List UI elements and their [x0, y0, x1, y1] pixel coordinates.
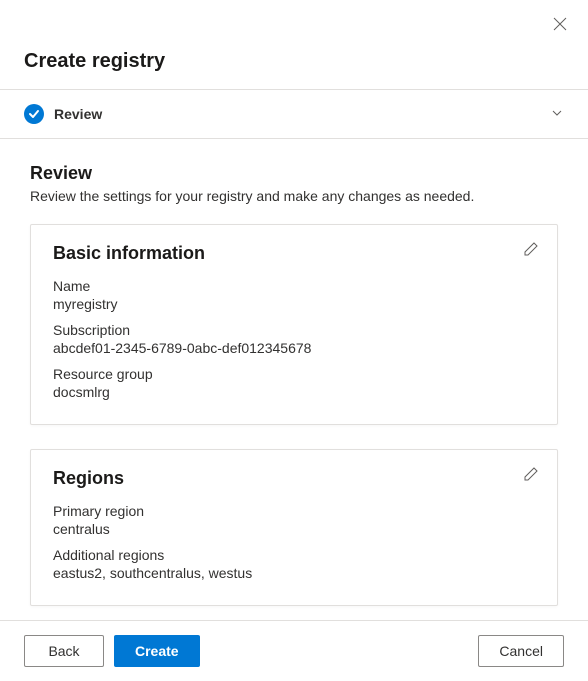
back-button[interactable]: Back [24, 635, 104, 667]
cancel-button[interactable]: Cancel [478, 635, 564, 667]
card-title-basic: Basic information [53, 243, 535, 264]
close-icon[interactable] [552, 16, 568, 35]
subscription-label: Subscription [53, 322, 535, 338]
subscription-value: abcdef01-2345-6789-0abc-def012345678 [53, 340, 535, 356]
card-title-regions: Regions [53, 468, 535, 489]
review-heading: Review [30, 163, 558, 184]
create-registry-panel: Create registry Review Review Review the… [0, 0, 588, 681]
name-label: Name [53, 278, 535, 294]
resource-group-label: Resource group [53, 366, 535, 382]
step-label: Review [54, 106, 550, 122]
resource-group-value: docsmlrg [53, 384, 535, 400]
step-review[interactable]: Review [0, 90, 588, 139]
content-area: Review Review the settings for your regi… [0, 139, 588, 620]
additional-regions-label: Additional regions [53, 547, 535, 563]
card-basic-info: Basic information Name myregistry Subscr… [30, 224, 558, 425]
primary-region-label: Primary region [53, 503, 535, 519]
card-regions: Regions Primary region centralus Additio… [30, 449, 558, 606]
edit-regions-button[interactable] [523, 466, 539, 485]
pencil-icon [523, 241, 539, 257]
edit-basic-button[interactable] [523, 241, 539, 260]
pencil-icon [523, 466, 539, 482]
checkmark-icon [24, 104, 44, 124]
footer: Back Create Cancel [0, 620, 588, 681]
primary-region-value: centralus [53, 521, 535, 537]
chevron-down-icon [550, 106, 564, 123]
review-description: Review the settings for your registry an… [30, 188, 558, 204]
panel-header: Create registry [0, 0, 588, 89]
name-value: myregistry [53, 296, 535, 312]
create-button[interactable]: Create [114, 635, 200, 667]
additional-regions-value: eastus2, southcentralus, westus [53, 565, 535, 581]
panel-title: Create registry [24, 50, 564, 73]
